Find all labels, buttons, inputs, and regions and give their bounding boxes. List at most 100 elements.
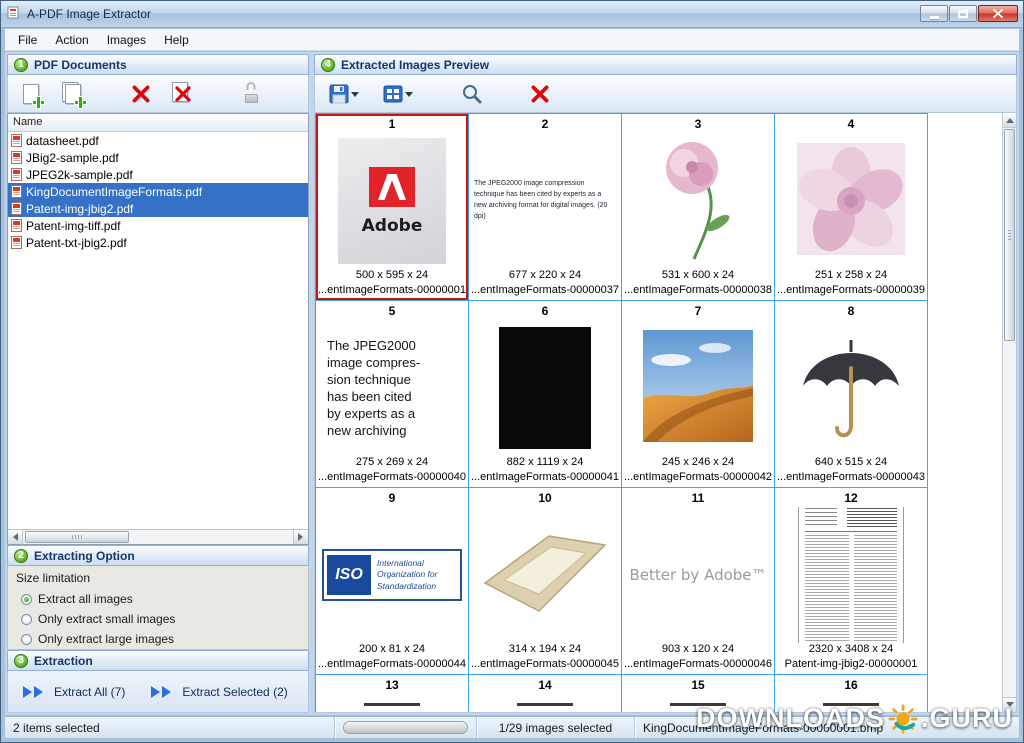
pdf-file-row[interactable]: Patent-img-tiff.pdf <box>8 217 308 234</box>
dropdown-arrow-icon[interactable] <box>405 92 413 101</box>
remove-pdf-button[interactable] <box>126 79 156 109</box>
pdf-file-name: JPEG2k-sample.pdf <box>26 168 133 182</box>
maximize-button[interactable] <box>949 5 977 22</box>
delete-image-button[interactable] <box>525 79 555 109</box>
thumbnail-dimensions: 640 x 515 x 24 <box>815 456 887 471</box>
menu-item-action[interactable]: Action <box>46 30 97 50</box>
thumbnail-filename: ...entImageFormats-00000037 <box>471 284 619 300</box>
radio-label: Only extract small images <box>38 612 175 626</box>
radio-label: Only extract large images <box>38 632 174 646</box>
thumbnail-image <box>622 133 774 269</box>
radio-button-icon[interactable] <box>21 614 32 625</box>
iso-logo-text: ISO <box>327 555 371 595</box>
thumbnail-dimensions: 531 x 600 x 24 <box>662 269 734 284</box>
menu-bar: FileActionImagesHelp <box>5 29 1019 51</box>
lock-button[interactable] <box>236 79 266 109</box>
close-button[interactable] <box>978 5 1018 22</box>
thumbnail-dimensions: 2320 x 3408 x 24 <box>809 643 893 658</box>
extract-selected-button[interactable]: Extract Selected (2) <box>142 680 296 704</box>
hscroll-thumb[interactable] <box>25 531 129 543</box>
thumbnail-cell-6[interactable]: 6882 x 1119 x 24...entImageFormats-00000… <box>469 301 622 488</box>
file-list-hscrollbar[interactable] <box>8 529 308 544</box>
size-limitation-group: Size limitation Extract all imagesOnly e… <box>7 566 309 650</box>
minimize-button[interactable] <box>920 5 948 22</box>
menu-item-help[interactable]: Help <box>155 30 198 50</box>
add-folder-button[interactable] <box>58 79 88 109</box>
thumbnail-cell-12[interactable]: 122320 x 3408 x 24Patent-img-jbig2-00000… <box>775 488 928 675</box>
remove-all-button[interactable] <box>168 79 198 109</box>
pdf-file-row[interactable]: KingDocumentImageFormats.pdf <box>8 183 308 200</box>
thumbnail-cell-3[interactable]: 3531 x 600 x 24...entImageFormats-000000… <box>622 114 775 301</box>
thumbnail-cell-11[interactable]: 11Better by Adobe™903 x 120 x 24...entIm… <box>622 488 775 675</box>
extracting-option-header: 2 Extracting Option <box>7 545 309 566</box>
thumbnail-dimensions: 903 x 120 x 24 <box>662 643 734 658</box>
vscroll-thumb[interactable] <box>1004 129 1015 341</box>
preview-header: 4 Extracted Images Preview <box>314 54 1017 75</box>
thumbnail-filename: ...entImageFormats-00000040 <box>318 471 466 487</box>
thumbnail-filename: ...entImageFormats-00000042 <box>624 471 772 487</box>
radio-button-icon[interactable] <box>21 594 32 605</box>
maximize-icon <box>958 10 968 18</box>
pdf-file-icon <box>11 185 22 198</box>
thumbnail-cell-2[interactable]: 2The JPEG2000 image compression techniqu… <box>469 114 622 301</box>
thumbnail-image <box>775 320 927 456</box>
thumbnail-filename: ...entImageFormats-00000043 <box>777 471 925 487</box>
size-limitation-option[interactable]: Extract all images <box>16 589 300 609</box>
thumbnail-cell-9[interactable]: 9ISOInternational Organization for Stand… <box>316 488 469 675</box>
size-limitation-option[interactable]: Only extract large images <box>16 629 300 649</box>
pdf-file-icon <box>11 134 22 147</box>
thumbnail-cell-14[interactable]: 14 <box>469 675 622 713</box>
thumbnail-cell-1[interactable]: 1Adobe500 x 595 x 24...entImageFormats-0… <box>316 114 469 301</box>
pdf-file-row[interactable]: JBig2-sample.pdf <box>8 149 308 166</box>
scroll-right-button[interactable] <box>293 530 308 544</box>
thumbnail-dimensions: 200 x 81 x 24 <box>359 643 425 658</box>
thumbnail-cell-13[interactable]: 13 <box>316 675 469 713</box>
dropdown-arrow-icon[interactable] <box>351 92 359 101</box>
section-1-badge: 1 <box>14 58 28 72</box>
zoom-button[interactable] <box>457 79 487 109</box>
thumbnail-filename: ...entImageFormats-00000044 <box>318 658 466 674</box>
thumbnail-cell-10[interactable]: 10314 x 194 x 24...entImageFormats-00000… <box>469 488 622 675</box>
fast-forward-icon <box>23 686 49 698</box>
title-bar[interactable]: A-PDF Image Extractor <box>1 1 1023 28</box>
size-limitation-option[interactable]: Only extract small images <box>16 609 300 629</box>
thumbnail-image <box>775 133 927 269</box>
app-window: A-PDF Image Extractor FileActionImagesHe… <box>0 0 1024 743</box>
save-icon <box>329 84 349 104</box>
preview-grid-area: 1Adobe500 x 595 x 24...entImageFormats-0… <box>314 113 1017 713</box>
extract-all-button[interactable]: Extract All (7) <box>14 680 134 704</box>
watermark-text-guru: .GURU <box>921 703 1013 734</box>
pdf-file-name: JBig2-sample.pdf <box>26 151 119 165</box>
thumbnail-cell-4[interactable]: 4251 x 258 x 24...entImageFormats-000000… <box>775 114 928 301</box>
thumbnail-number: 11 <box>692 491 705 507</box>
preview-vscrollbar[interactable] <box>1002 113 1016 712</box>
jpeg2000-paragraph-text: The JPEG2000 image compression technique… <box>474 179 616 222</box>
thumbnail-image <box>469 320 621 456</box>
name-column-header[interactable]: Name <box>8 114 308 132</box>
save-image-button[interactable] <box>323 79 365 109</box>
thumbnail-cell-5[interactable]: 5The JPEG2000 image compres- sion techni… <box>316 301 469 488</box>
thumbnail-image <box>316 694 468 713</box>
pdf-documents-toolbar <box>7 75 309 113</box>
thumbnail-filename: ...entImageFormats-00000001 <box>318 284 466 300</box>
scroll-left-button[interactable] <box>8 530 23 544</box>
add-pdf-button[interactable] <box>16 79 46 109</box>
scroll-up-button[interactable] <box>1003 113 1016 128</box>
clipped-thumbnail-top <box>364 703 420 706</box>
pdf-file-row[interactable]: JPEG2k-sample.pdf <box>8 166 308 183</box>
radio-button-icon[interactable] <box>21 634 32 645</box>
save-all-images-button[interactable] <box>377 79 419 109</box>
section-3-badge: 3 <box>14 654 28 668</box>
thumbnail-cell-7[interactable]: 7245 x 246 x 24...entImageFormats-000000… <box>622 301 775 488</box>
pdf-file-row[interactable]: Patent-img-jbig2.pdf <box>8 200 308 217</box>
watermark-text-downloads: DOWNLOADS <box>696 703 885 734</box>
thumbnail-image: Better by Adobe™ <box>622 507 774 643</box>
thumbnail-number: 8 <box>848 304 855 320</box>
thumbnail-number: 12 <box>844 491 857 507</box>
menu-item-images[interactable]: Images <box>98 30 155 50</box>
pdf-file-row[interactable]: Patent-txt-jbig2.pdf <box>8 234 308 251</box>
thumbnail-cell-8[interactable]: 8 640 x 515 x 24...entImageFormats-000000… <box>775 301 928 488</box>
adobe-building-photo: Adobe <box>338 138 446 264</box>
pdf-file-row[interactable]: datasheet.pdf <box>8 132 308 149</box>
menu-item-file[interactable]: File <box>9 30 46 50</box>
